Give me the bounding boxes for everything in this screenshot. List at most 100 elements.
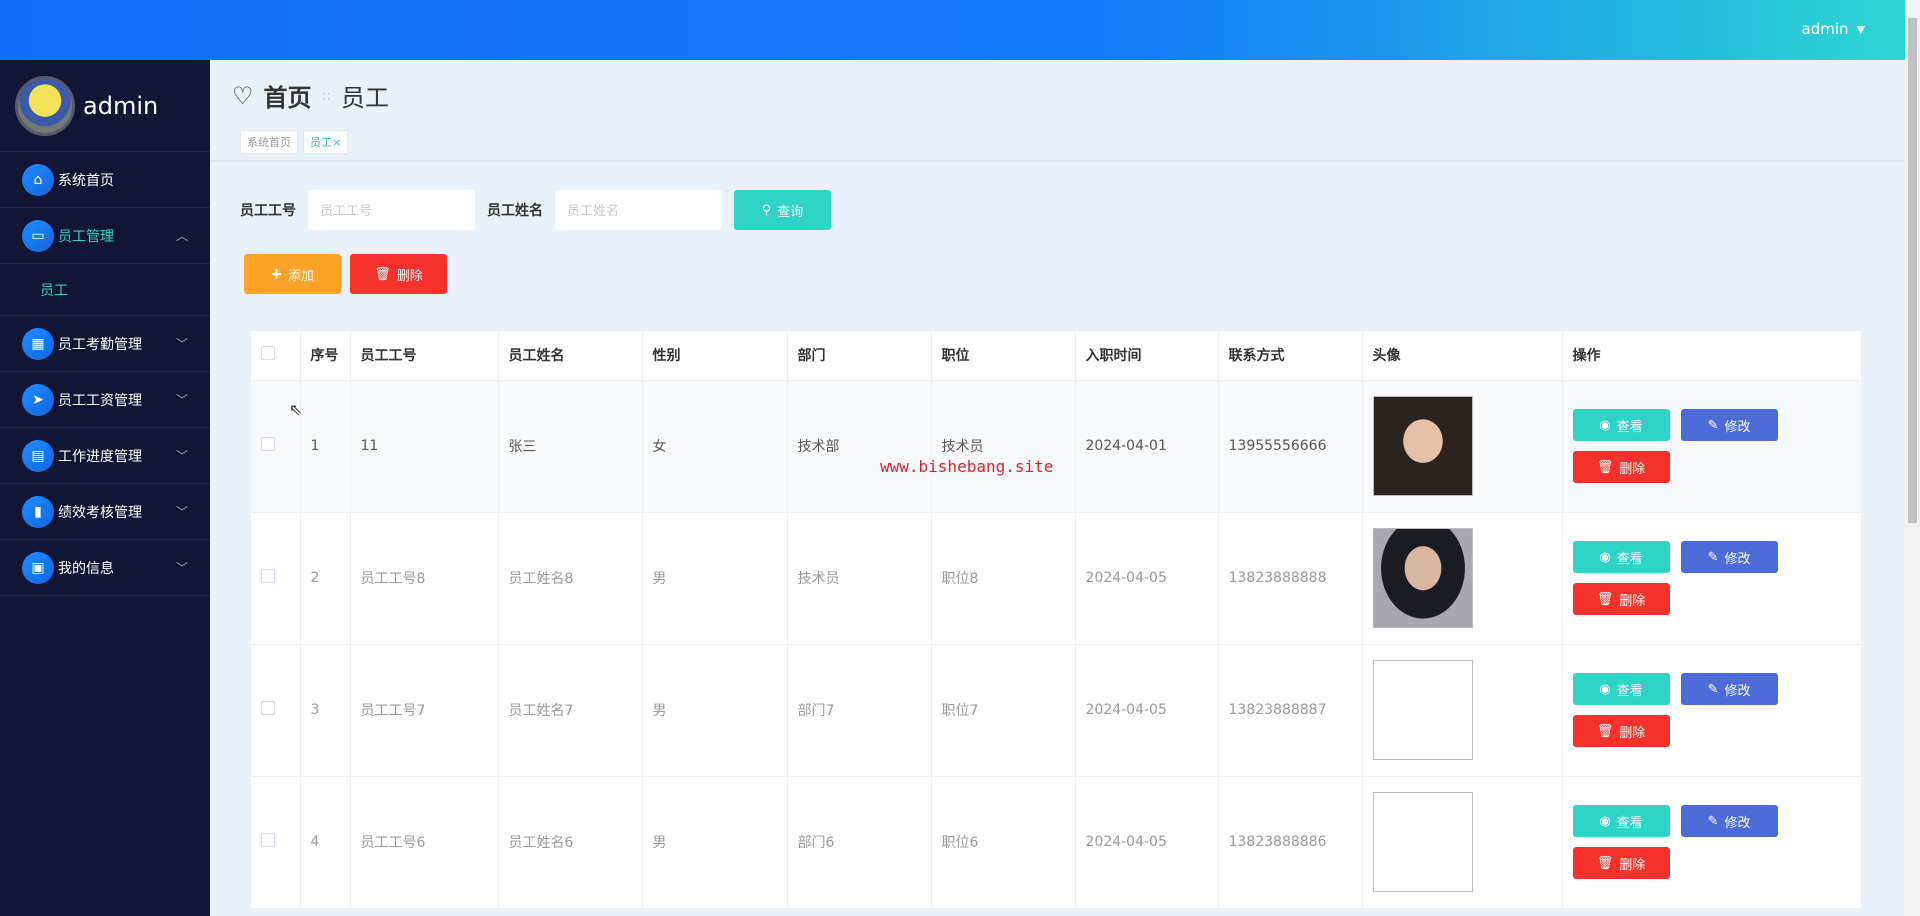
delete-button[interactable]: 🗑︎ 删除	[1572, 583, 1670, 615]
scrollbar-thumb[interactable]	[1908, 18, 1917, 523]
menu-label: 员工	[40, 282, 68, 299]
profile-name: admin	[83, 91, 159, 120]
delete-button[interactable]: 🗑︎ 删除	[1572, 715, 1670, 747]
edit-label: 修改	[1724, 418, 1751, 434]
sidebar-item-my-info[interactable]: ▣ 我的信息 ﹀	[0, 540, 210, 596]
pencil-icon: ✎	[1707, 813, 1719, 828]
menu-label: 绩效考核管理	[58, 504, 142, 521]
row-checkbox[interactable]	[261, 569, 275, 583]
delete-label: 删除	[1619, 460, 1646, 476]
employee-table: 序号 员工工号 员工姓名 性别 部门 职位 入职时间 联系方式 头像 操作 11…	[251, 331, 1862, 909]
mouse-cursor-icon: ⇖	[289, 400, 303, 419]
cell-employee-id: 员工工号8	[350, 512, 499, 645]
row-checkbox[interactable]	[261, 437, 275, 451]
view-button[interactable]: ◉ 查看	[1572, 805, 1670, 837]
delete-button[interactable]: 🗑︎ 删除	[1572, 451, 1670, 483]
sidebar-item-attendance[interactable]: ▦ 员工考勤管理 ﹀	[0, 316, 210, 372]
cell-position: 技术员	[931, 380, 1076, 513]
sidebar-item-progress[interactable]: ▤ 工作进度管理 ﹀	[0, 428, 210, 484]
edit-button[interactable]: ✎ 修改	[1680, 409, 1778, 441]
menu-label: 员工考勤管理	[58, 336, 142, 353]
delete-label: 删除	[1619, 592, 1646, 608]
menu-label: 我的信息	[58, 560, 114, 577]
cell-employee-name: 员工姓名6	[498, 776, 643, 909]
view-label: 查看	[1616, 682, 1643, 698]
employee-photo	[1372, 792, 1473, 892]
sidebar: admin ⌂ 系统首页 ▭ 员工管理 ︿ 员工 ▦ 员工考勤管理 ﹀ ➤ 员工工资管理 ﹀ …	[0, 60, 210, 916]
sidebar-item-employee-management[interactable]: ▭ 员工管理 ︿	[0, 208, 210, 264]
clipboard-icon: ▤	[22, 439, 54, 472]
search-button[interactable]: ⚲ 查询	[734, 190, 831, 230]
row-checkbox[interactable]	[261, 833, 275, 847]
tag-home[interactable]: 系统首页	[240, 130, 298, 154]
user-name: admin	[1801, 20, 1849, 38]
view-label: 查看	[1616, 418, 1643, 434]
cell-gender: 男	[642, 644, 788, 777]
employee-id-input[interactable]	[308, 190, 475, 230]
edit-button[interactable]: ✎ 修改	[1680, 541, 1778, 573]
watermark: www.bishebang.site	[880, 457, 1054, 476]
cell-hire-date: 2024-04-05	[1075, 776, 1219, 909]
view-button[interactable]: ◉ 查看	[1572, 409, 1670, 441]
sidebar-item-performance[interactable]: ▮ 绩效考核管理 ﹀	[0, 484, 210, 540]
employee-name-input[interactable]	[555, 190, 722, 230]
cell-department: 部门7	[787, 644, 932, 777]
cell-employee-name: 张三	[498, 380, 643, 513]
add-label: 添加	[287, 267, 314, 283]
employee-id-label: 员工工号	[240, 203, 296, 219]
view-button[interactable]: ◉ 查看	[1572, 673, 1670, 705]
cell-contact: 13823888888	[1218, 512, 1363, 645]
menu-label: 员工管理	[58, 228, 114, 245]
profile: admin	[0, 60, 210, 152]
caret-down-icon: ▼	[1856, 22, 1865, 36]
search-bar: 员工工号 员工姓名 ⚲ 查询	[240, 190, 831, 230]
row-actions: ◉ 查看 ✎ 修改 🗑︎ 删除	[1572, 541, 1783, 615]
tag-employee[interactable]: 员工×	[303, 130, 349, 154]
row-actions: ◉ 查看 ✎ 修改 🗑︎ 删除	[1572, 673, 1783, 747]
cell-index: 4	[300, 776, 351, 909]
grid-icon: ▦	[22, 327, 54, 360]
cell-position: 职位6	[931, 776, 1076, 909]
bar-chart-icon: ▮	[22, 495, 54, 528]
cell-department: 部门6	[787, 776, 932, 909]
col-operations: 操作	[1562, 331, 1862, 381]
edit-button[interactable]: ✎ 修改	[1680, 805, 1778, 837]
table-header: 序号 员工工号 员工姓名 性别 部门 职位 入职时间 联系方式 头像 操作	[251, 331, 1862, 381]
cell-hire-date: 2024-04-01	[1075, 380, 1219, 513]
chevron-down-icon: ﹀	[175, 393, 188, 407]
trash-icon: 🗑︎	[1596, 723, 1614, 738]
add-button[interactable]: + 添加	[244, 254, 341, 294]
employee-photo	[1372, 660, 1473, 760]
col-position: 职位	[931, 331, 1076, 381]
sidebar-item-salary[interactable]: ➤ 员工工资管理 ﹀	[0, 372, 210, 428]
select-all-checkbox[interactable]	[261, 346, 275, 361]
user-dropdown[interactable]: admin ▼	[1802, 20, 1865, 38]
cell-position: 职位7	[931, 644, 1076, 777]
divider	[210, 160, 1905, 162]
sidebar-item-employee[interactable]: 员工	[0, 264, 210, 316]
sidebar-item-home[interactable]: ⌂ 系统首页	[0, 152, 210, 208]
menu-label: 系统首页	[58, 172, 114, 189]
edit-button[interactable]: ✎ 修改	[1680, 673, 1778, 705]
view-button[interactable]: ◉ 查看	[1572, 541, 1670, 573]
cell-hire-date: 2024-04-05	[1075, 644, 1219, 777]
pencil-icon: ✎	[1707, 417, 1719, 432]
pencil-icon: ✎	[1707, 549, 1719, 564]
table-row: 1 11 张三女技术部 技术员 2024-04-01 13955556666 ◉ 查看 ✎ 修…	[251, 380, 1862, 513]
plus-icon: +	[271, 263, 282, 284]
title-current: 员工	[340, 84, 389, 112]
employee-name-label: 员工姓名	[487, 203, 543, 219]
chevron-down-icon: ﹀	[175, 449, 188, 463]
scrollbar[interactable]	[1905, 0, 1920, 916]
cell-gender: 男	[642, 512, 788, 645]
main-content: ♡ 首页 :: 员工 系统首页 员工× 员工工号 员工姓名 ⚲ 查询 + 添加 🗑︎…	[210, 60, 1905, 916]
tab-tags: 系统首页 员工×	[240, 130, 349, 154]
cell-employee-id: 员工工号7	[350, 644, 499, 777]
top-header: admin ▼	[0, 0, 1905, 60]
col-employee-id: 员工工号	[350, 331, 499, 381]
batch-delete-button[interactable]: 🗑︎ 删除	[350, 254, 447, 294]
delete-button[interactable]: 🗑︎ 删除	[1572, 847, 1670, 879]
chevron-down-icon: ﹀	[175, 505, 188, 519]
table-row: 2 员工工号8 员工姓名8 男技术员 职位8 2024-04-05 13823888888 …	[251, 512, 1862, 645]
row-checkbox[interactable]	[261, 701, 275, 715]
